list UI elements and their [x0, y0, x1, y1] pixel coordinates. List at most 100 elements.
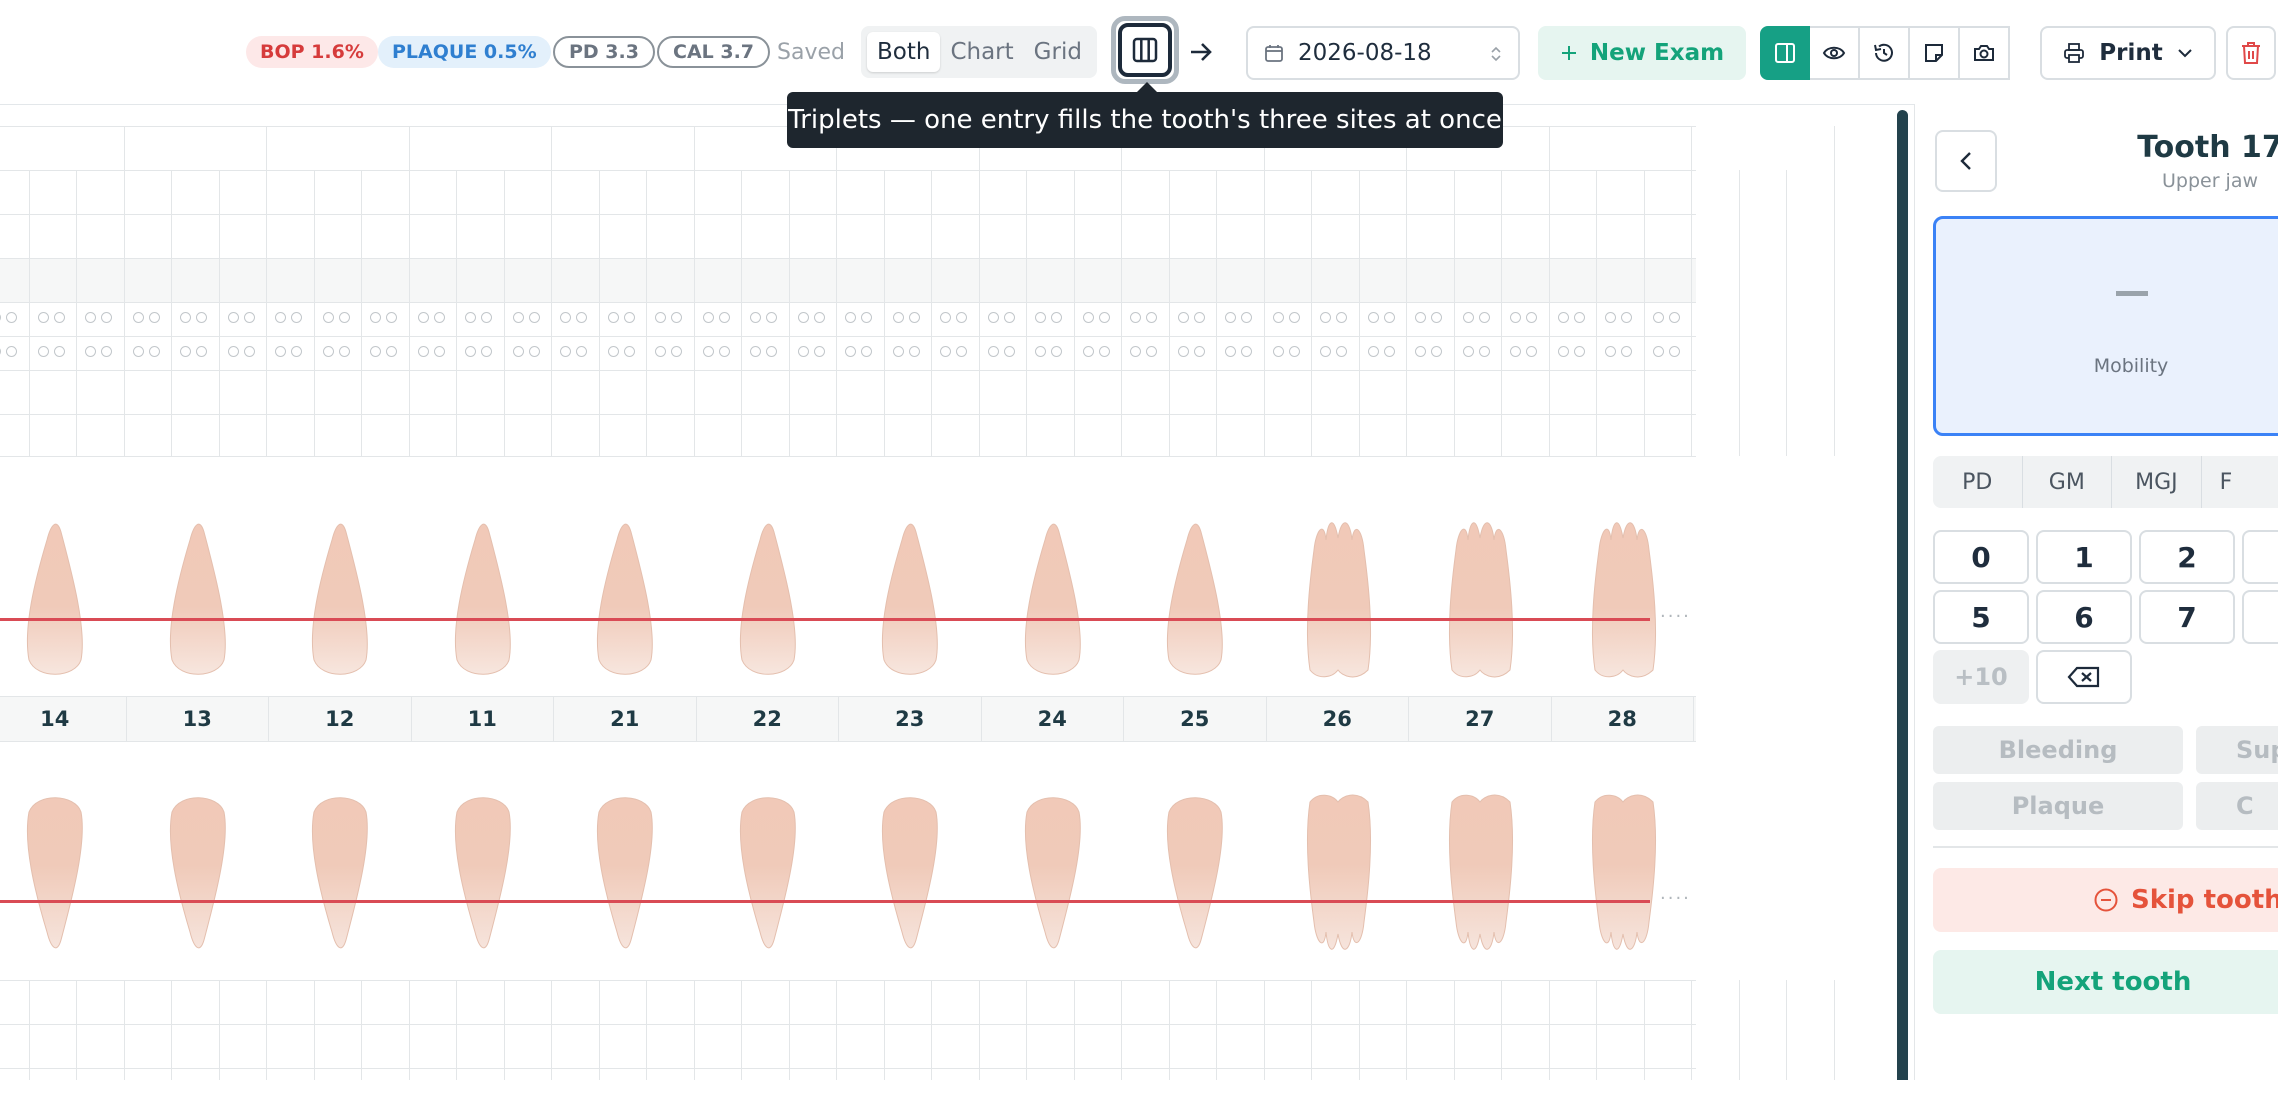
site-flag-toggle[interactable]: [987, 312, 999, 323]
site-flag-toggle[interactable]: [1035, 346, 1046, 357]
site-flag-toggle[interactable]: [1320, 312, 1331, 323]
site-flag-toggle[interactable]: [227, 312, 239, 323]
view-both-button[interactable]: Both: [867, 32, 941, 72]
site-flag-toggle[interactable]: [797, 312, 809, 323]
site-flag-toggle[interactable]: [370, 312, 381, 323]
direction-button[interactable]: [1186, 30, 1216, 74]
site-flag-toggle[interactable]: [576, 312, 587, 323]
site-flag-toggle[interactable]: [1415, 346, 1426, 357]
triplets-mode-button[interactable]: [1111, 16, 1179, 84]
tooth-number-14[interactable]: 14: [0, 697, 127, 741]
site-flag-toggle[interactable]: [702, 312, 714, 323]
site-flag-toggle[interactable]: [813, 346, 825, 357]
site-flag-toggle[interactable]: [1098, 312, 1110, 323]
site-flag-toggle[interactable]: [180, 312, 191, 323]
site-flag-toggle[interactable]: [101, 312, 112, 323]
plaque-toggle[interactable]: Plaque: [1933, 782, 2183, 830]
tab-mgj[interactable]: MGJ: [2112, 456, 2202, 508]
site-flag-toggle[interactable]: [1605, 346, 1616, 357]
site-flag-toggle[interactable]: [85, 312, 96, 323]
site-flag-toggle[interactable]: [797, 346, 809, 357]
tooth-number-24[interactable]: 24: [982, 697, 1124, 741]
site-flag-toggle[interactable]: [1621, 346, 1632, 357]
site-flag-toggle[interactable]: [940, 312, 951, 323]
site-flag-toggle[interactable]: [322, 312, 334, 323]
keypad-1-button[interactable]: 1: [2036, 530, 2132, 584]
keypad-8-button[interactable]: [2242, 590, 2278, 644]
chart-scrollbar[interactable]: [1897, 110, 1908, 1080]
calculus-toggle[interactable]: C: [2196, 782, 2278, 830]
site-flag-toggle[interactable]: [1367, 312, 1379, 323]
tooth-13-image[interactable]: [156, 510, 240, 684]
tooth-25-image[interactable]: [1153, 510, 1237, 684]
site-flag-toggle[interactable]: [1272, 346, 1284, 357]
tooth-number-22[interactable]: 22: [697, 697, 839, 741]
tab-pd[interactable]: PD: [1933, 456, 2023, 508]
backspace-button[interactable]: [2036, 650, 2132, 704]
site-flag-toggle[interactable]: [196, 312, 207, 323]
tooth-number-12[interactable]: 12: [269, 697, 412, 741]
site-flag-toggle[interactable]: [528, 312, 540, 323]
site-flag-toggle[interactable]: [227, 346, 239, 357]
site-flag-toggle[interactable]: [1225, 346, 1236, 357]
site-flag-toggle[interactable]: [417, 346, 429, 357]
site-flag-toggle[interactable]: [702, 346, 714, 357]
site-flag-toggle[interactable]: [1431, 346, 1442, 357]
site-flag-toggle[interactable]: [512, 312, 524, 323]
keypad-6-button[interactable]: 6: [2036, 590, 2132, 644]
site-flag-toggle[interactable]: [1035, 312, 1046, 323]
site-flag-toggle[interactable]: [1652, 346, 1664, 357]
site-flag-toggle[interactable]: [196, 346, 207, 357]
site-flag-toggle[interactable]: [1383, 346, 1395, 357]
site-flag-toggle[interactable]: [956, 312, 967, 323]
tooth-number-23[interactable]: 23: [839, 697, 982, 741]
site-flag-toggle[interactable]: [750, 346, 761, 357]
site-flag-toggle[interactable]: [1336, 346, 1347, 357]
site-flag-toggle[interactable]: [956, 346, 967, 357]
site-flag-toggle[interactable]: [243, 312, 255, 323]
site-flag-toggle[interactable]: [1383, 312, 1395, 323]
site-flag-toggle[interactable]: [243, 346, 255, 357]
site-flag-toggle[interactable]: [1605, 312, 1616, 323]
bleeding-toggle[interactable]: Bleeding: [1933, 726, 2183, 774]
site-flag-toggle[interactable]: [6, 346, 17, 357]
tab-gm[interactable]: GM: [2023, 456, 2113, 508]
tooth-26-image[interactable]: [1296, 510, 1380, 684]
site-flag-toggle[interactable]: [1462, 346, 1474, 357]
site-flag-toggle[interactable]: [132, 346, 144, 357]
site-flag-toggle[interactable]: [861, 346, 872, 357]
site-flag-toggle[interactable]: [1082, 346, 1094, 357]
site-flag-toggle[interactable]: [560, 346, 571, 357]
site-flag-toggle[interactable]: [861, 312, 872, 323]
tab-f[interactable]: F: [2202, 456, 2278, 508]
site-flag-toggle[interactable]: [481, 346, 492, 357]
site-flag-toggle[interactable]: [1288, 346, 1300, 357]
site-flag-toggle[interactable]: [623, 346, 635, 357]
site-flag-toggle[interactable]: [370, 346, 381, 357]
sidebar-toggle-button[interactable]: [1760, 26, 1810, 80]
site-flag-toggle[interactable]: [845, 346, 856, 357]
tooth-11-image[interactable]: [441, 510, 525, 684]
site-flag-toggle[interactable]: [417, 312, 429, 323]
keypad-3-button[interactable]: [2242, 530, 2278, 584]
site-flag-toggle[interactable]: [132, 312, 144, 323]
site-flag-toggle[interactable]: [1415, 312, 1426, 323]
site-flag-toggle[interactable]: [750, 312, 761, 323]
site-flag-toggle[interactable]: [275, 312, 286, 323]
site-flag-toggle[interactable]: [1336, 312, 1347, 323]
site-flag-toggle[interactable]: [1621, 312, 1632, 323]
site-flag-toggle[interactable]: [1557, 346, 1569, 357]
site-flag-toggle[interactable]: [1668, 312, 1680, 323]
print-button[interactable]: Print: [2040, 26, 2216, 80]
site-flag-toggle[interactable]: [1225, 312, 1236, 323]
site-flag-toggle[interactable]: [1146, 346, 1157, 357]
site-flag-toggle[interactable]: [623, 312, 635, 323]
tooth-number-25[interactable]: 25: [1124, 697, 1267, 741]
tooth-24-image[interactable]: [1011, 792, 1095, 966]
site-flag-toggle[interactable]: [512, 346, 524, 357]
site-flag-toggle[interactable]: [987, 346, 999, 357]
site-flag-toggle[interactable]: [1130, 312, 1141, 323]
delete-exam-button[interactable]: [2226, 26, 2276, 80]
tooth-number-21[interactable]: 21: [554, 697, 697, 741]
tooth-11-image[interactable]: [441, 792, 525, 966]
